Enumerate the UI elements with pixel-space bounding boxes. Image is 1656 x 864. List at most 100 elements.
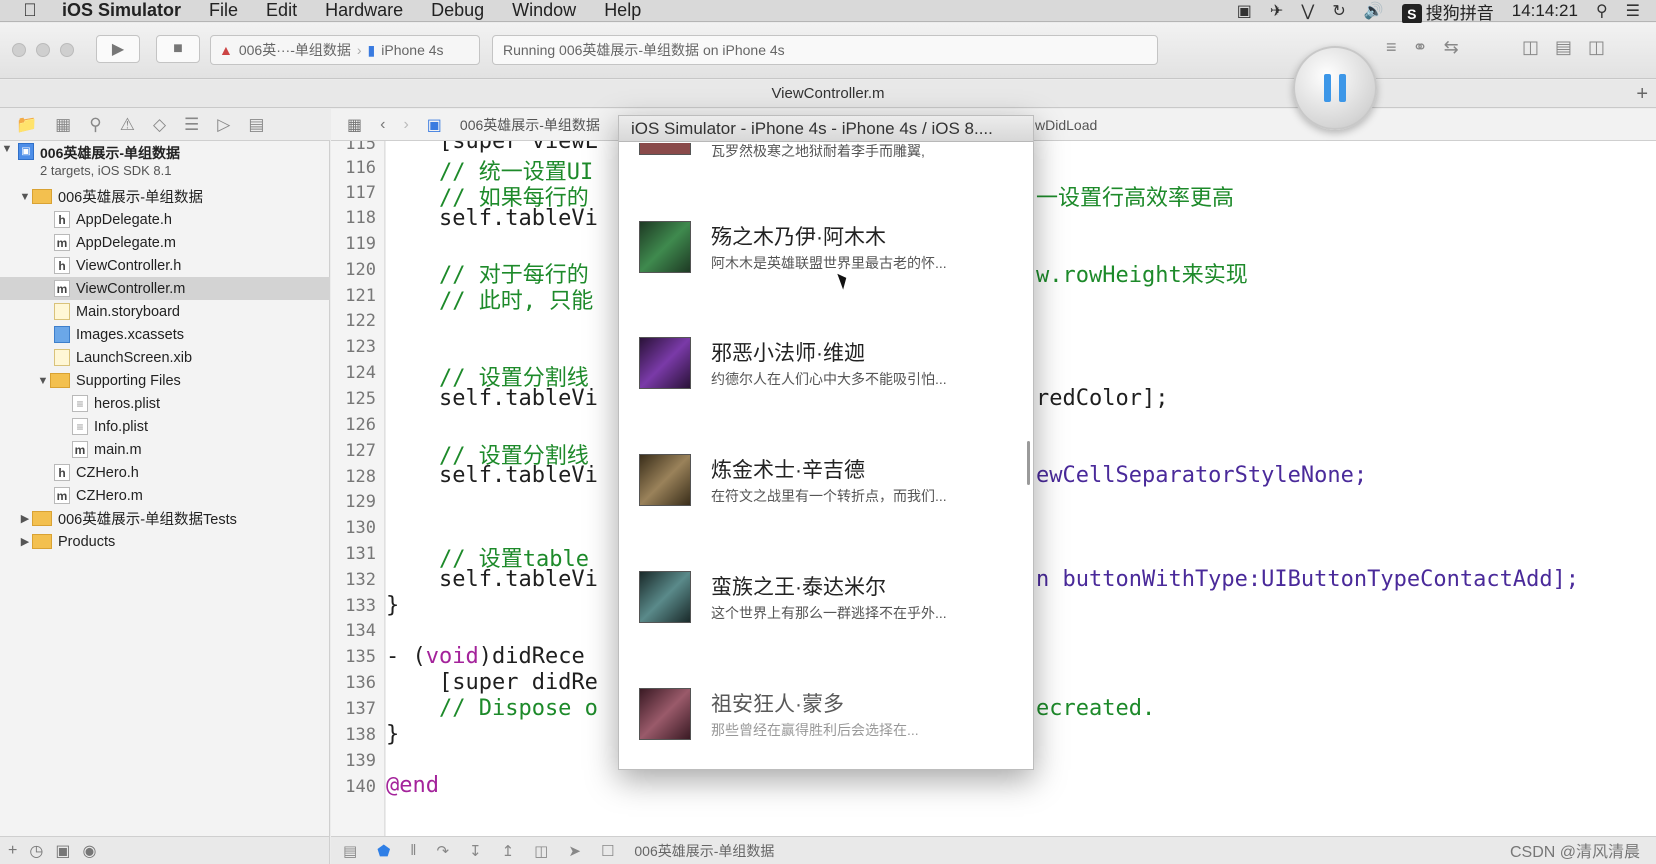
- hero-intro: 阿木木是英雄联盟世界里最古老的怀...: [711, 255, 947, 271]
- forward-arrow-icon[interactable]: ›: [403, 116, 408, 134]
- tree-item-appdelegate-m[interactable]: m AppDelegate.m: [0, 231, 330, 254]
- toggle-debug-area-icon[interactable]: ▤: [1555, 37, 1572, 58]
- step-over-icon[interactable]: ↷: [436, 842, 449, 860]
- breadcrumb-method[interactable]: wDidLoad: [1035, 117, 1097, 133]
- volume-icon[interactable]: 🔊: [1364, 1, 1384, 21]
- add-tab-icon[interactable]: +: [1636, 80, 1648, 108]
- spotlight-search-icon[interactable]: ⚲: [1596, 1, 1608, 21]
- back-arrow-icon[interactable]: ‹: [380, 116, 385, 134]
- tree-item-main-m[interactable]: m main.m: [0, 438, 330, 461]
- tree-item-czhero-h[interactable]: h CZHero.h: [0, 461, 330, 484]
- disclosure-right-icon[interactable]: ▶: [18, 535, 32, 548]
- tree-item-appdelegate-h[interactable]: h AppDelegate.h: [0, 208, 330, 231]
- related-items-icon[interactable]: ▦: [347, 115, 362, 135]
- disclosure-down-icon[interactable]: ▼: [36, 375, 50, 387]
- stop-button[interactable]: ■: [156, 35, 200, 63]
- run-button[interactable]: ▶: [96, 35, 140, 63]
- bluetooth-icon[interactable]: ⋁: [1301, 1, 1314, 21]
- tree-item-products-group[interactable]: ▶ Products: [0, 530, 330, 553]
- menu-help[interactable]: Help: [590, 0, 655, 21]
- tree-item-tests-group[interactable]: ▶ 006英雄展示-单组数据Tests: [0, 507, 330, 530]
- breakpoints-toggle-icon[interactable]: ⬟: [377, 842, 390, 860]
- ios-simulator-window[interactable]: iOS Simulator - iPhone 4s - iPhone 4s / …: [618, 115, 1034, 770]
- step-out-icon[interactable]: ↥: [502, 842, 515, 860]
- menu-window[interactable]: Window: [498, 0, 590, 21]
- tree-item-label: Main.storyboard: [76, 303, 180, 320]
- line-number: 127: [345, 441, 376, 461]
- xib-file-icon: [54, 349, 70, 366]
- target-checkbox[interactable]: ☐: [601, 842, 614, 860]
- line-number: 116: [345, 158, 376, 178]
- tree-item-label: 006英雄展示-单组数据: [58, 190, 204, 206]
- notification-center-icon[interactable]: ☰: [1626, 1, 1640, 21]
- version-editor-icon[interactable]: ⇆: [1444, 37, 1459, 58]
- zoom-window-button[interactable]: [60, 43, 74, 57]
- input-method-menu[interactable]: S 搜狗拼音: [1401, 0, 1494, 24]
- menu-hardware[interactable]: Hardware: [311, 0, 417, 21]
- tree-item-group-main[interactable]: ▼ 006英雄展示-单组数据: [0, 185, 330, 208]
- menu-app-name[interactable]: iOS Simulator: [44, 0, 195, 21]
- table-row-partial[interactable]: 瓦罗然极寒之地狱耐着李手而雕翼,: [619, 143, 1033, 163]
- simulate-location-icon[interactable]: ➤: [568, 842, 581, 860]
- add-file-icon[interactable]: +: [8, 842, 17, 860]
- table-row[interactable]: 邪恶小法师·维迦 约德尔人在人们心中大多不能吸引怕...: [619, 311, 1033, 427]
- symbol-navigator-icon[interactable]: ▦: [55, 115, 71, 135]
- screen-record-icon[interactable]: ▣: [1237, 1, 1252, 21]
- toggle-utilities-icon[interactable]: ◫: [1588, 37, 1605, 58]
- tree-item-info-plist[interactable]: ≡ Info.plist: [0, 415, 330, 438]
- tree-item-launchscreen-xib[interactable]: LaunchScreen.xib: [0, 346, 330, 369]
- scm-status-filter-icon[interactable]: ▣: [55, 841, 70, 861]
- code-token: - (: [386, 644, 426, 669]
- breakpoint-navigator-icon[interactable]: ▷: [217, 115, 230, 135]
- report-navigator-icon[interactable]: ▤: [248, 115, 264, 135]
- issue-navigator-icon[interactable]: ⚠: [120, 115, 135, 135]
- tree-item-viewcontroller-h[interactable]: h ViewController.h: [0, 254, 330, 277]
- view-toggle-controls: ◫ ▤ ◫: [1522, 37, 1605, 58]
- scroll-indicator[interactable]: [1027, 441, 1030, 485]
- table-row[interactable]: 炼金术士·辛吉德 在符文之战里有一个转折点，而我们...: [619, 428, 1033, 544]
- project-navigator-icon[interactable]: 📁: [16, 115, 37, 135]
- simulator-screen[interactable]: 瓦罗然极寒之地狱耐着李手而雕翼, 殇之木乃伊·阿木木 阿木木是英雄联盟世界里最古…: [619, 143, 1033, 769]
- assistant-editor-icon[interactable]: ⚭: [1413, 37, 1428, 58]
- tree-item-viewcontroller-m[interactable]: m ViewController.m: [0, 277, 330, 300]
- standard-editor-icon[interactable]: ≡: [1386, 37, 1397, 58]
- clock[interactable]: 14:14:21: [1512, 1, 1578, 21]
- table-row[interactable]: 祖安狂人·蒙多 那些曾经在赢得胜利后会选择在...: [619, 662, 1033, 769]
- table-row[interactable]: 殇之木乃伊·阿木木 阿木木是英雄联盟世界里最古老的怀...: [619, 195, 1033, 311]
- debug-navigator-icon[interactable]: ☰: [184, 115, 199, 135]
- table-row[interactable]: 蛮族之王·泰达米尔 这个世界上有那么一群逃择不在乎外...: [619, 545, 1033, 661]
- breadcrumb-project[interactable]: 006英雄展示-单组数据: [460, 115, 600, 135]
- pause-execution-icon[interactable]: ‖: [410, 842, 416, 859]
- find-navigator-icon[interactable]: ⚲: [89, 115, 101, 135]
- step-into-icon[interactable]: ↧: [469, 842, 482, 860]
- simulator-title-bar[interactable]: iOS Simulator - iPhone 4s - iPhone 4s / …: [619, 116, 1033, 142]
- view-debugger-icon[interactable]: ◫: [534, 842, 548, 860]
- time-machine-icon[interactable]: ↻: [1332, 1, 1345, 21]
- disclosure-down-icon[interactable]: ▼: [0, 143, 14, 155]
- disclosure-right-icon[interactable]: ▶: [18, 512, 32, 525]
- close-window-button[interactable]: [12, 43, 26, 57]
- line-number: 136: [345, 673, 376, 693]
- minimize-window-button[interactable]: [36, 43, 50, 57]
- menu-file[interactable]: File: [195, 0, 252, 21]
- filter-options-icon[interactable]: ◉: [82, 841, 96, 861]
- tree-item-czhero-m[interactable]: m CZHero.m: [0, 484, 330, 507]
- tree-item-heros-plist[interactable]: ≡ heros.plist: [0, 392, 330, 415]
- tree-item-label: 006英雄展示-单组数据Tests: [58, 512, 237, 528]
- hide-debug-area-icon[interactable]: ▤: [343, 842, 357, 860]
- tree-item-main-storyboard[interactable]: Main.storyboard: [0, 300, 330, 323]
- app-target-icon: ▲: [219, 42, 233, 58]
- tree-item-images-xcassets[interactable]: Images.xcassets: [0, 323, 330, 346]
- menu-debug[interactable]: Debug: [417, 0, 498, 21]
- toggle-navigator-icon[interactable]: ◫: [1522, 37, 1539, 58]
- airplane-icon[interactable]: ✈: [1270, 1, 1283, 21]
- code-comment: ecreated.: [1036, 696, 1156, 721]
- tree-item-supporting-files[interactable]: ▼ Supporting Files: [0, 369, 330, 392]
- recent-files-icon[interactable]: ◷: [29, 841, 43, 861]
- test-navigator-icon[interactable]: ◇: [153, 115, 166, 135]
- disclosure-down-icon[interactable]: ▼: [18, 191, 32, 203]
- pause-recording-button[interactable]: [1293, 46, 1377, 130]
- apple-icon[interactable]: : [16, 0, 44, 21]
- menu-edit[interactable]: Edit: [252, 0, 311, 21]
- scheme-selector[interactable]: ▲ 006英···-单组数据 › ▮ iPhone 4s: [210, 35, 480, 65]
